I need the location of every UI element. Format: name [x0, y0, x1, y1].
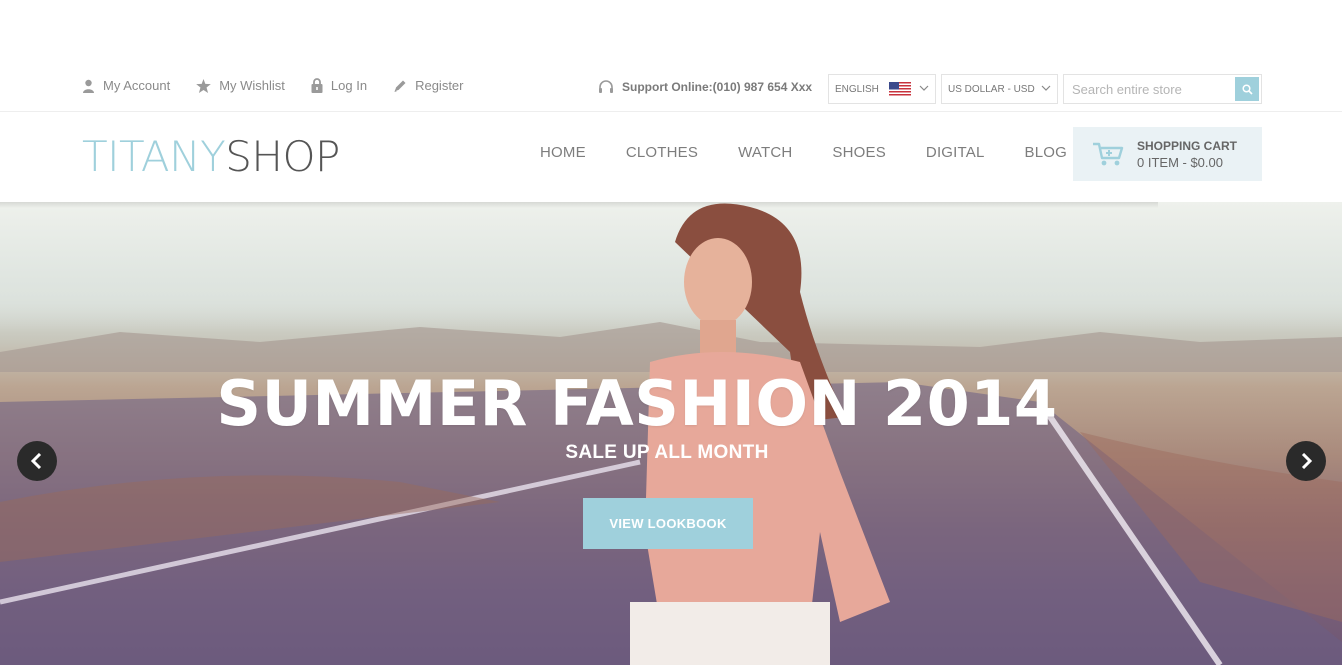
nav-watch[interactable]: WATCH [718, 144, 812, 161]
chevron-left-icon [30, 453, 42, 469]
slider-prev-button[interactable] [17, 441, 57, 481]
headset-icon [599, 80, 613, 93]
hero-title: SUMMER FASHION 2014 [216, 367, 1058, 440]
hero-slider: SUMMER FASHION 2014 SALE UP ALL MONTH VI… [0, 202, 1342, 665]
top-bar: My Account My Wishlist Log In Register S… [0, 66, 1342, 112]
my-account-link[interactable]: My Account [82, 78, 170, 93]
slider-next-button[interactable] [1286, 441, 1326, 481]
search-button[interactable] [1235, 77, 1259, 101]
register-label: Register [415, 78, 464, 93]
support-text: Support Online:(010) 987 654 Xxx [622, 80, 813, 94]
support-info: Support Online:(010) 987 654 Xxx [598, 80, 812, 94]
site-logo[interactable]: TITANYSHOP [82, 132, 340, 181]
user-icon [83, 79, 94, 93]
pencil-icon [394, 80, 406, 92]
nav-shoes[interactable]: SHOES [812, 144, 906, 161]
header-shadow [0, 202, 1158, 208]
chevron-down-icon [919, 85, 929, 91]
search-icon [1241, 83, 1253, 95]
register-link[interactable]: Register [393, 78, 464, 93]
account-links: My Account My Wishlist Log In Register [82, 78, 490, 93]
cart-summary: 0 ITEM - $0.00 [1137, 154, 1223, 170]
main-header: TITANYSHOP HOME CLOTHES WATCH SHOES DIGI… [0, 112, 1342, 204]
nav-clothes[interactable]: CLOTHES [606, 144, 718, 161]
us-flag-icon [888, 82, 911, 96]
currency-select[interactable]: US DOLLAR - USD [941, 74, 1058, 104]
search-input[interactable] [1064, 75, 1234, 103]
log-in-label: Log In [330, 78, 368, 93]
log-in-link[interactable]: Log In [311, 78, 367, 93]
nav-digital[interactable]: DIGITAL [906, 144, 1005, 161]
cart-icon [1093, 142, 1124, 166]
search-box [1063, 74, 1262, 104]
logo-part1: TITANY [82, 132, 226, 181]
star-icon [196, 78, 212, 93]
hero-subtitle: SALE UP ALL MONTH [565, 442, 769, 463]
language-select[interactable]: ENGLISH [828, 74, 936, 104]
logo-part2: SHOP [225, 132, 340, 181]
language-value: ENGLISH [835, 83, 879, 95]
main-nav: HOME CLOTHES WATCH SHOES DIGITAL BLOG [520, 144, 1087, 161]
currency-value: US DOLLAR - USD [948, 83, 1035, 95]
chevron-right-icon [1301, 453, 1313, 469]
shopping-cart-button[interactable]: SHOPPING CART 0 ITEM - $0.00 [1073, 127, 1262, 181]
cart-text: SHOPPING CART 0 ITEM - $0.00 [1137, 139, 1237, 170]
view-lookbook-button[interactable]: VIEW LOOKBOOK [583, 498, 753, 549]
my-wishlist-label: My Wishlist [219, 78, 285, 93]
cart-title: SHOPPING CART [1137, 138, 1238, 153]
lock-icon [311, 78, 323, 93]
chevron-down-icon [1041, 85, 1051, 91]
my-wishlist-link[interactable]: My Wishlist [196, 78, 285, 93]
nav-home[interactable]: HOME [520, 144, 606, 161]
my-account-label: My Account [103, 78, 171, 93]
